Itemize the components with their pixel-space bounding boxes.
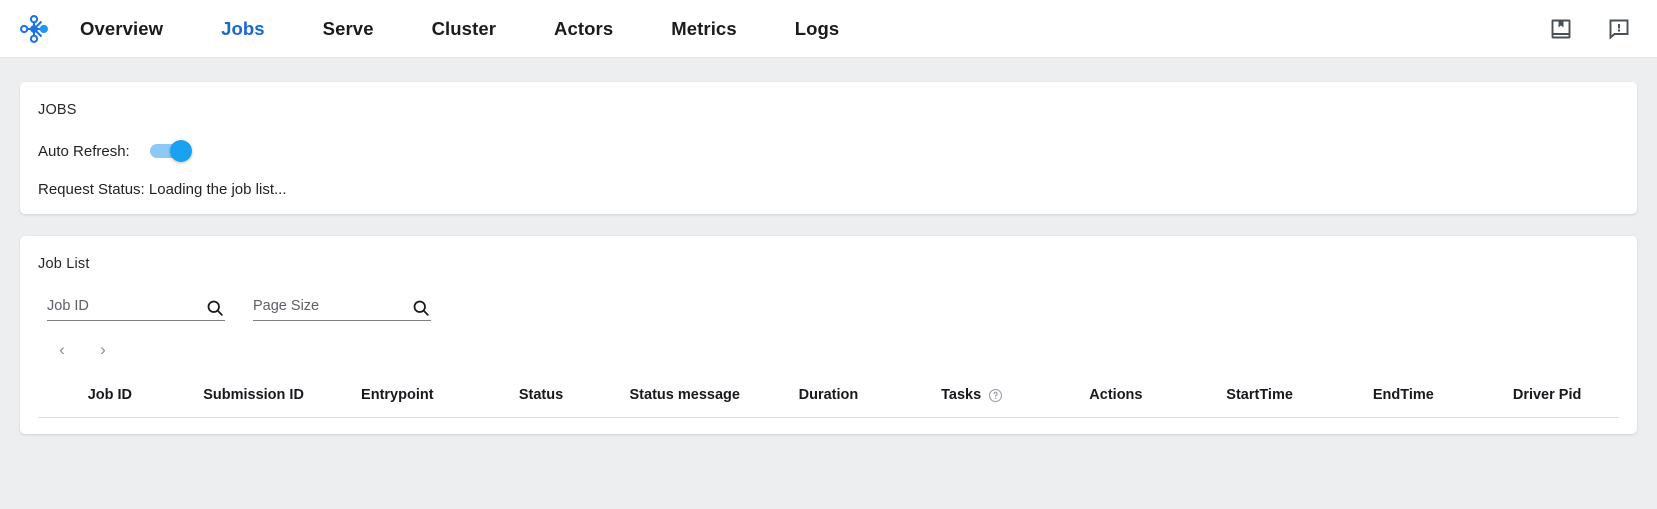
top-navigation-bar: Overview Jobs Serve Cluster Actors Metri… [0, 0, 1657, 58]
job-list-table-head: Job ID Submission ID Entrypoint Status S… [38, 377, 1619, 418]
nav-item-jobs[interactable]: Jobs [217, 12, 269, 46]
jobs-panel: JOBS Auto Refresh: Request Status: Loadi… [20, 82, 1637, 214]
column-header-entrypoint[interactable]: Entrypoint [325, 377, 470, 418]
pagination-controls: ‹ › [38, 335, 1619, 365]
column-label: Job ID [87, 387, 133, 403]
column-label: Status [518, 387, 564, 403]
ray-logo-glyph [20, 14, 48, 43]
column-header-status-message[interactable]: Status message [612, 377, 757, 418]
nav-item-overview[interactable]: Overview [76, 12, 167, 46]
job-list-panel: Job List ‹ › [20, 236, 1637, 434]
main-nav: Overview Jobs Serve Cluster Actors Metri… [76, 12, 1549, 46]
auto-refresh-row: Auto Refresh: [38, 139, 1619, 163]
feedback-icon[interactable] [1607, 17, 1631, 41]
column-label: Driver Pid [1512, 387, 1582, 403]
column-header-status[interactable]: Status [469, 377, 613, 418]
search-icon[interactable] [205, 298, 225, 318]
column-header-job-id[interactable]: Job ID [38, 377, 182, 418]
job-id-filter[interactable] [47, 296, 225, 321]
column-header-endtime[interactable]: EndTime [1331, 377, 1476, 418]
jobs-panel-title: JOBS [38, 102, 77, 118]
page-size-filter[interactable] [253, 296, 431, 321]
help-circle-icon[interactable] [988, 388, 1003, 403]
nav-item-actors[interactable]: Actors [550, 12, 617, 46]
job-id-input[interactable] [47, 296, 187, 316]
pagination-next-button[interactable]: › [88, 335, 118, 365]
column-label: Submission ID [203, 387, 304, 403]
page-size-input[interactable] [253, 296, 393, 316]
column-header-duration[interactable]: Duration [756, 377, 901, 418]
search-icon[interactable] [411, 298, 431, 318]
job-list-filters [38, 296, 1619, 321]
column-label: Actions [1089, 387, 1143, 403]
column-label: Tasks [941, 387, 982, 403]
book-docs-icon[interactable] [1549, 17, 1573, 41]
column-header-driver-pid[interactable]: Driver Pid [1475, 377, 1619, 418]
job-list-table: Job ID Submission ID Entrypoint Status S… [38, 377, 1619, 418]
column-label: Duration [798, 387, 859, 403]
auto-refresh-toggle[interactable] [146, 140, 196, 162]
column-header-starttime[interactable]: StartTime [1187, 377, 1332, 418]
column-label: EndTime [1372, 387, 1434, 403]
nav-item-logs[interactable]: Logs [791, 12, 844, 46]
column-header-submission-id[interactable]: Submission ID [181, 377, 326, 418]
nav-item-cluster[interactable]: Cluster [428, 12, 500, 46]
nav-item-serve[interactable]: Serve [319, 12, 378, 46]
table-header-row: Job ID Submission ID Entrypoint Status S… [38, 377, 1619, 418]
column-header-actions[interactable]: Actions [1044, 377, 1188, 418]
column-label: Status message [629, 387, 740, 403]
column-label: Entrypoint [361, 387, 434, 403]
column-header-tasks[interactable]: Tasks [900, 377, 1045, 418]
nav-actions [1549, 17, 1631, 41]
ray-logo-icon[interactable] [12, 7, 56, 51]
nav-item-metrics[interactable]: Metrics [667, 12, 740, 46]
request-status-text: Request Status: Loading the job list... [38, 181, 287, 198]
auto-refresh-label: Auto Refresh: [38, 142, 130, 160]
page-content: JOBS Auto Refresh: Request Status: Loadi… [0, 58, 1657, 434]
column-label: StartTime [1226, 387, 1293, 403]
pagination-prev-button[interactable]: ‹ [47, 335, 77, 365]
toggle-thumb [169, 140, 192, 162]
job-list-title: Job List [38, 256, 90, 272]
